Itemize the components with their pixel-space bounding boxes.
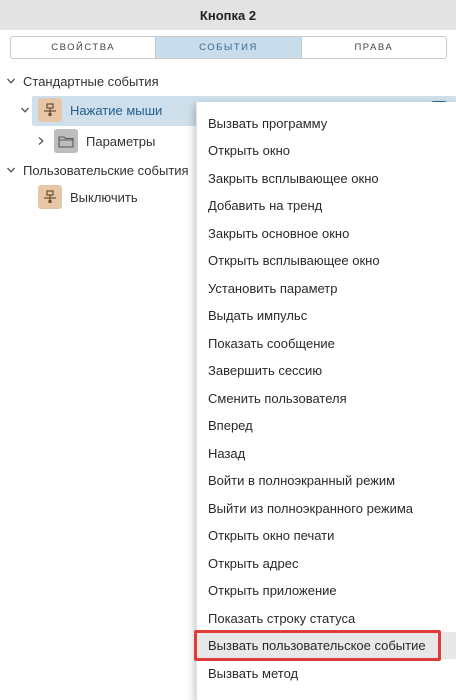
window-title-label: Кнопка 2 <box>199 7 257 23</box>
menu-item-end-session[interactable]: Завершить сессию <box>197 357 456 384</box>
folder-icon <box>54 129 78 153</box>
chevron-down-icon[interactable] <box>19 104 31 116</box>
menu-item-open-application[interactable]: Открыть приложение <box>197 577 456 604</box>
menu-item-open-print-window[interactable]: Открыть окно печати <box>197 522 456 549</box>
menu-item-call-program[interactable]: Вызвать программу <box>197 110 456 137</box>
menu-item-send-pulse[interactable]: Выдать импульс <box>197 302 456 329</box>
menu-item-back[interactable]: Назад <box>197 440 456 467</box>
menu-item-exit-fullscreen[interactable]: Выйти из полноэкранного режима <box>197 495 456 522</box>
menu-item-close-popup[interactable]: Закрыть всплывающее окно <box>197 165 456 192</box>
menu-item-open-window[interactable]: Открыть окно <box>197 137 456 164</box>
menu-item-set-parameter[interactable]: Установить параметр <box>197 275 456 302</box>
chevron-down-icon[interactable] <box>5 164 17 176</box>
menu-item-call-custom-event[interactable]: Вызвать пользовательское событие <box>197 632 456 659</box>
menu-item-close-main-window[interactable]: Закрыть основное окно <box>197 220 456 247</box>
chevron-right-icon[interactable] <box>35 135 47 147</box>
tree-item-label: Выключить <box>70 189 138 205</box>
tree-group-label: Стандартные события <box>23 73 159 89</box>
tree-item-label: Нажатие мыши <box>70 102 163 118</box>
menu-item-enter-fullscreen[interactable]: Войти в полноэкранный режим <box>197 467 456 494</box>
menu-item-open-address[interactable]: Открыть адрес <box>197 550 456 577</box>
tree-group-standard-events[interactable]: Стандартные события <box>0 68 456 94</box>
chevron-down-icon[interactable] <box>5 75 17 87</box>
event-icon <box>38 185 62 209</box>
menu-item-show-message[interactable]: Показать сообщение <box>197 330 456 357</box>
menu-item-add-to-trend[interactable]: Добавить на тренд <box>197 192 456 219</box>
tree-item-label: Параметры <box>86 133 156 149</box>
window-title: Кнопка 2 <box>0 0 456 30</box>
menu-item-forward[interactable]: Вперед <box>197 412 456 439</box>
menu-item-call-method[interactable]: Вызвать метод <box>197 660 456 687</box>
tab-bar: СВОЙСТВА СОБЫТИЯ ПРАВА <box>10 36 447 59</box>
menu-item-switch-user[interactable]: Сменить пользователя <box>197 385 456 412</box>
menu-item-show-status-bar[interactable]: Показать строку статуса <box>197 605 456 632</box>
menu-item-open-popup[interactable]: Открыть всплывающее окно <box>197 247 456 274</box>
tab-properties[interactable]: СВОЙСТВА <box>11 37 157 58</box>
tree-group-label: Пользовательские события <box>23 162 189 178</box>
context-menu: Вызвать программу Открыть окно Закрыть в… <box>196 102 456 700</box>
tab-events[interactable]: СОБЫТИЯ <box>156 37 302 58</box>
event-icon <box>38 98 62 122</box>
tab-rights[interactable]: ПРАВА <box>302 37 446 58</box>
